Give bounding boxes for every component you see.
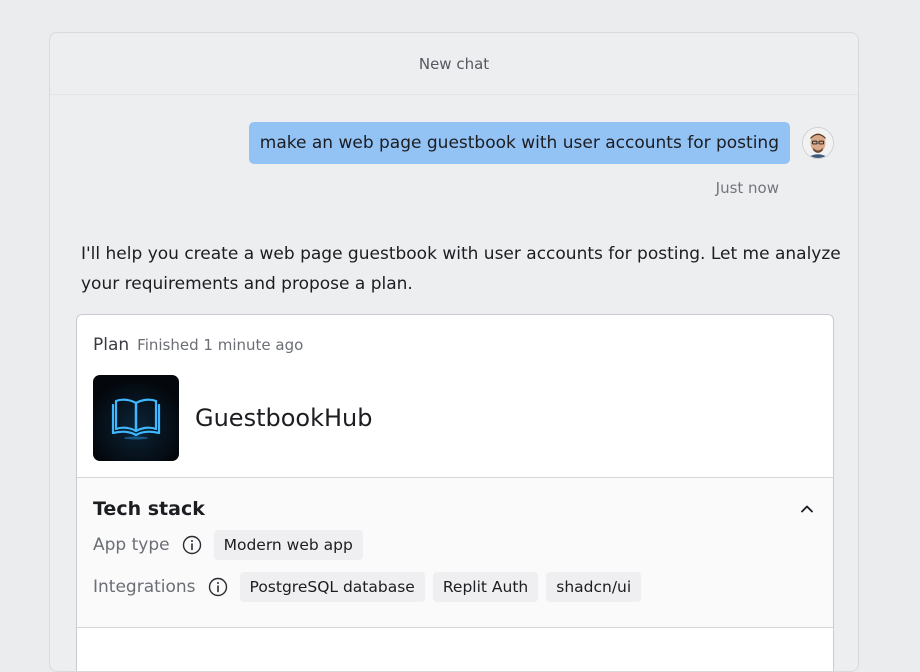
user-avatar[interactable]: [802, 127, 834, 159]
app-logo: [93, 375, 179, 461]
integration-chip: PostgreSQL database: [239, 572, 425, 602]
tech-stack-title: Tech stack: [93, 498, 205, 520]
integrations-row: Integrations PostgreSQL database Replit …: [93, 572, 817, 602]
plan-title: Plan: [93, 335, 130, 355]
app-summary: GuestbookHub: [77, 355, 833, 478]
plan-status: Finished 1 minute ago: [137, 336, 304, 354]
info-icon[interactable]: [208, 577, 228, 597]
tech-stack-header[interactable]: Tech stack: [93, 498, 817, 520]
user-message-bubble: make an web page guestbook with user acc…: [248, 122, 790, 164]
integrations-label: Integrations: [93, 577, 196, 597]
app-name: GuestbookHub: [195, 404, 373, 432]
user-message-row: make an web page guestbook with user acc…: [248, 122, 834, 164]
plan-card: Plan Finished 1 minute ago GuestbookHub: [76, 314, 834, 671]
plan-header: Plan Finished 1 minute ago: [77, 315, 833, 355]
open-book-icon: [111, 398, 161, 440]
chevron-up-icon[interactable]: [797, 499, 817, 519]
integration-chip: shadcn/ui: [546, 572, 642, 602]
integration-chip: Replit Auth: [432, 572, 539, 602]
app-type-label: App type: [93, 535, 170, 555]
chat-panel: New chat make an web page guestbook with…: [49, 32, 859, 672]
app-type-chip: Modern web app: [213, 530, 363, 560]
app-type-row: App type Modern web app: [93, 530, 817, 560]
info-icon[interactable]: [182, 535, 202, 555]
chat-title: New chat: [418, 54, 490, 73]
chat-header: New chat: [50, 33, 858, 95]
avatar-face-icon: [803, 128, 833, 158]
assistant-message: I'll help you create a web page guestboo…: [81, 244, 841, 294]
tech-stack-section: Tech stack App type Modern web app Integ…: [77, 478, 833, 628]
message-timestamp: Just now: [715, 179, 779, 197]
